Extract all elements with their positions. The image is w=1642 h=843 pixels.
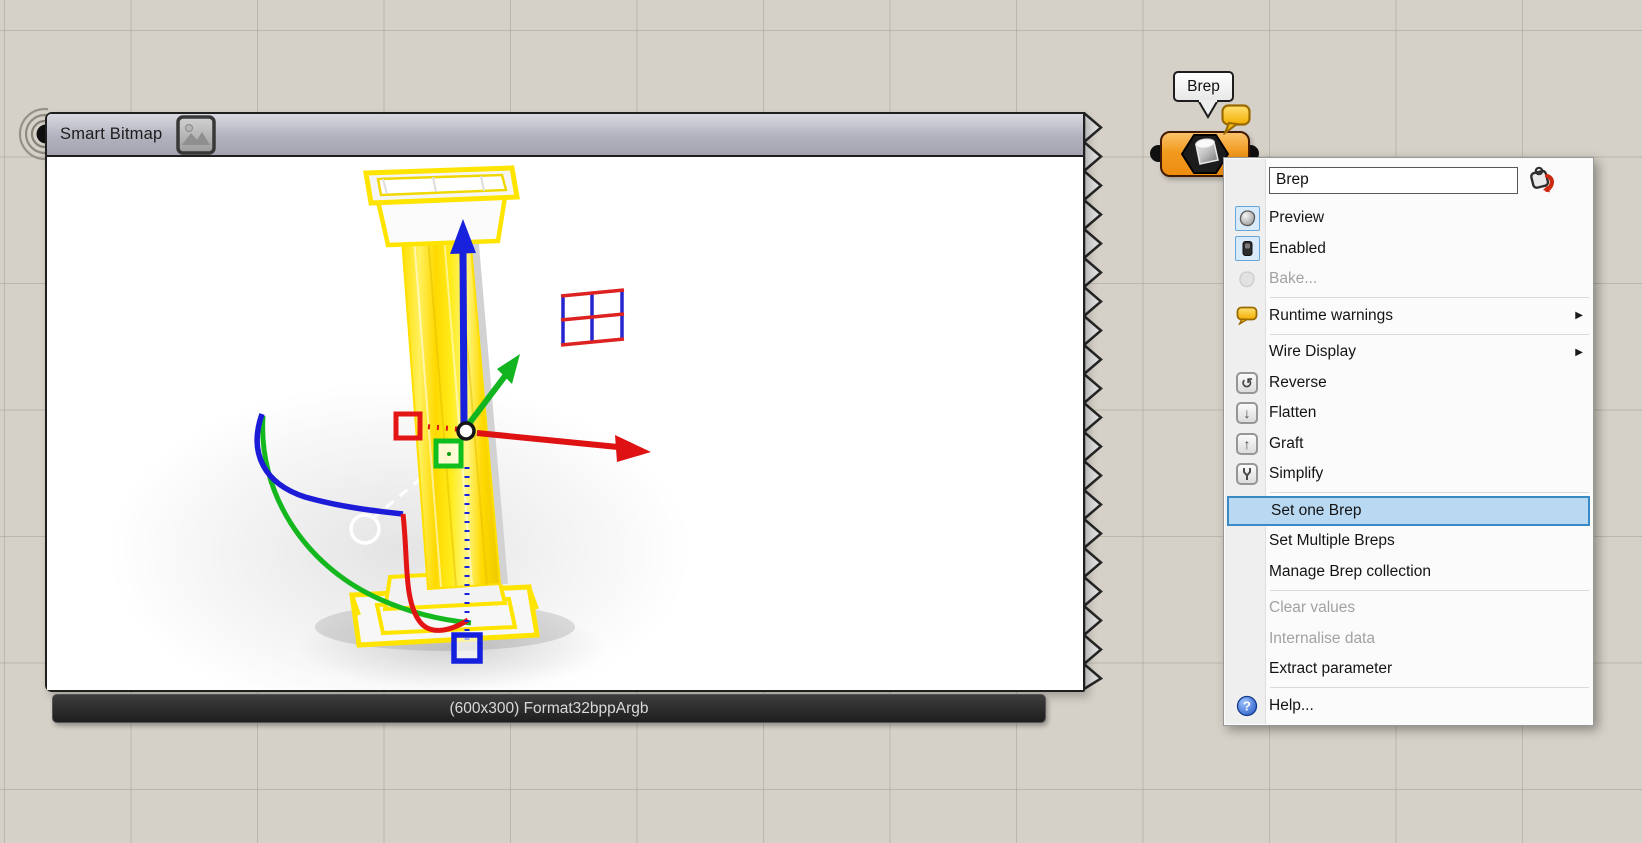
blue-handle-square [451,632,483,664]
origin-point [456,421,476,441]
reverse-icon: ↺ [1236,371,1258,394]
menu-item-extract-parameter[interactable]: Extract parameter [1225,654,1592,685]
menu-item-help[interactable]: ? Help... [1225,691,1592,722]
smart-bitmap-panel[interactable]: Smart Bitmap [45,112,1085,692]
menu-item-reverse[interactable]: ↺ Reverse [1225,368,1592,399]
preview-icon [1234,205,1260,231]
input-grip[interactable] [6,107,48,161]
brep-tooltip-label: Brep [1187,77,1220,95]
plane-grid-square [560,288,625,347]
menu-item-set-one-brep[interactable]: Set one Brep [1227,495,1590,526]
brep-tooltip-tail [1197,100,1219,119]
menu-item-runtime-warnings[interactable]: Runtime warnings ▶ [1225,301,1592,332]
bake-icon [1225,269,1269,289]
menu-item-clear-values[interactable]: Clear values [1225,593,1592,624]
menu-item-manage-brep-collection[interactable]: Manage Brep collection [1225,557,1592,588]
menu-separator [1270,333,1589,335]
z-axis-arrow [459,250,468,426]
bitmap-caption: (600x300) Format32bppArgb [449,699,649,717]
bitmap-caption-bar: (600x300) Format32bppArgb [52,694,1046,723]
menu-item-enabled[interactable]: Enabled [1225,234,1592,265]
menu-separator [1270,492,1589,493]
runtime-warning-balloon[interactable] [1221,104,1253,135]
panel-titlebar[interactable]: Smart Bitmap [47,114,1083,157]
graft-icon: ↑ [1236,432,1258,455]
bitmap-image-icon [176,114,217,155]
parameter-name-input[interactable] [1269,166,1518,194]
panel-jagged-edge [1082,112,1104,692]
svg-text:?: ? [1243,698,1251,713]
bitmap-preview[interactable] [47,157,1083,690]
x-axis-arrow [476,430,619,450]
menu-item-graft[interactable]: ↑ Graft [1225,429,1592,460]
submenu-arrow-icon: ▶ [1575,310,1583,322]
menu-separator [1270,297,1589,298]
menu-item-set-multiple-breps[interactable]: Set Multiple Breps [1225,526,1592,557]
bitmap-preview-image [254,165,651,664]
paint-rename-icon[interactable] [1527,164,1557,196]
white-circle-marker [349,513,381,545]
flatten-icon: ↓ [1236,402,1258,425]
menu-separator [1270,589,1589,591]
brep-context-menu: Preview Enabled Bake... Runtime warnings… [1223,157,1594,726]
submenu-arrow-icon: ▶ [1575,346,1583,358]
column-capital [363,165,520,248]
panel-title: Smart Bitmap [60,125,163,143]
warning-balloon-icon [1225,306,1269,326]
simplify-icon [1236,463,1258,486]
menu-separator [1270,687,1589,688]
help-icon: ? [1225,695,1269,717]
menu-item-bake[interactable]: Bake... [1225,264,1592,295]
menu-item-wire-display[interactable]: Wire Display ▶ [1225,337,1592,368]
brep-tooltip: Brep [1173,71,1234,102]
menu-item-simplify[interactable]: Simplify [1225,459,1592,490]
menu-item-flatten[interactable]: ↓ Flatten [1225,398,1592,429]
menu-item-preview[interactable]: Preview [1225,203,1592,234]
enabled-icon [1234,236,1260,262]
menu-item-internalise-data[interactable]: Internalise data [1225,624,1592,655]
